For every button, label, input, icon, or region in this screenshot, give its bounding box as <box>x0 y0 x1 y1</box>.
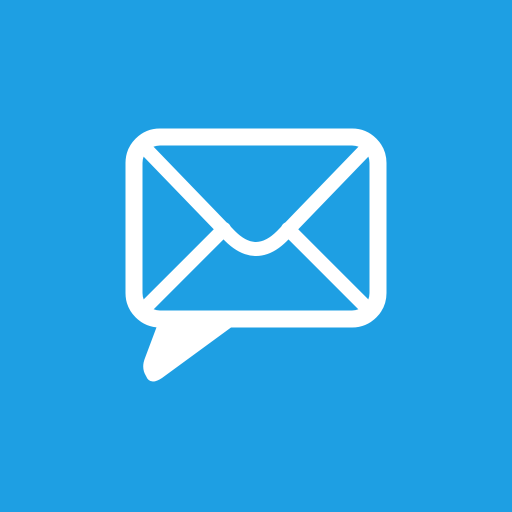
mail-chat-icon <box>0 0 512 512</box>
mail-chat-app-icon[interactable] <box>0 0 512 512</box>
